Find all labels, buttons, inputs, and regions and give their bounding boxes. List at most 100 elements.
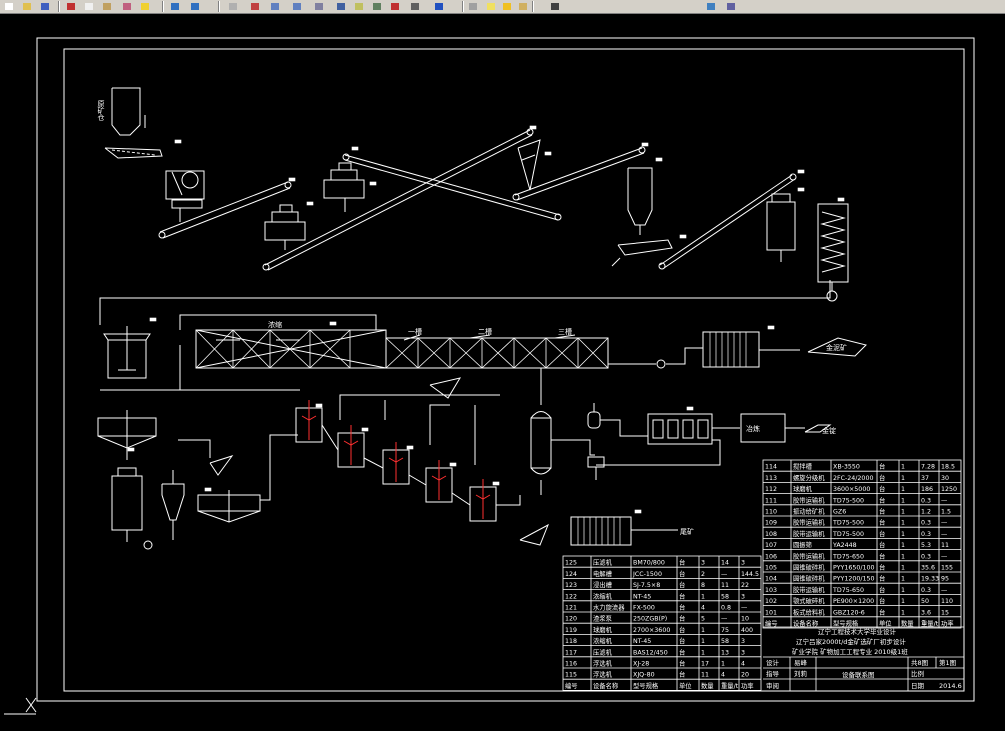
cyclone-121 <box>161 470 185 540</box>
table_left-cell: 58 <box>721 638 729 645</box>
table_right-cell: 108 <box>765 531 777 538</box>
color-button[interactable] <box>548 0 561 12</box>
table_right-cell: 1.2 <box>921 509 931 516</box>
conveyor-111 <box>658 173 797 270</box>
table_right-cell: PYY1200/150 <box>833 576 875 583</box>
table_right-cell: 112 <box>765 486 777 493</box>
thickener-122 <box>197 490 261 523</box>
table_left-header-cell: 型号规格 <box>633 681 659 690</box>
table_right-cell: 台 <box>879 462 885 471</box>
table_right-cell: 186 <box>921 486 933 493</box>
table_left-cell: 4 <box>701 605 705 612</box>
label-approve: 审阅 <box>766 681 779 690</box>
table_left-cell: 11 <box>721 582 729 589</box>
table_right-header-cell: 功率 <box>941 619 954 628</box>
table_left-cell: 台 <box>679 580 685 589</box>
properties-button[interactable] <box>312 0 325 12</box>
toolbar-separator <box>218 1 220 12</box>
properties-icon <box>315 3 323 10</box>
pencil-button[interactable] <box>138 0 151 12</box>
table_right-cell: 110 <box>765 509 777 516</box>
table_right-cell: 台 <box>879 574 885 583</box>
layer-previous-button[interactable] <box>724 0 737 12</box>
table_right-cell: 颚式破碎机 <box>793 596 825 605</box>
table_left-cell: 浸出槽 <box>593 580 613 589</box>
table_left-cell: 2700×3600 <box>633 627 670 634</box>
table_left-cell: 浓缩机 <box>593 636 613 645</box>
redo-button[interactable] <box>188 0 201 12</box>
layer-manager-icon <box>469 3 477 10</box>
save-button[interactable] <box>38 0 51 12</box>
flotation-feeder <box>209 455 234 476</box>
table_left-cell: 浮选机 <box>593 659 613 668</box>
heater <box>587 403 648 437</box>
table_right-cell: 1 <box>901 553 905 560</box>
lightbulb-button[interactable] <box>484 0 497 12</box>
layer-manager-button[interactable] <box>466 0 479 12</box>
zoom-previous-button[interactable] <box>290 0 303 12</box>
designcenter-button[interactable] <box>334 0 347 12</box>
pan-button[interactable] <box>226 0 239 12</box>
copy-button[interactable] <box>82 0 95 12</box>
table_right-cell: 0.3 <box>921 531 931 538</box>
markup-button[interactable] <box>388 0 401 12</box>
table_left-cell: 4 <box>721 672 725 679</box>
lightbulb-icon <box>487 3 495 10</box>
new-button[interactable] <box>2 0 15 12</box>
table_right-cell: 台 <box>879 596 885 605</box>
zoom-window-button[interactable] <box>268 0 281 12</box>
table_left-cell: 台 <box>679 647 685 656</box>
table_right-cell: 圆振筛 <box>793 540 812 549</box>
table_left-cell: 3 <box>741 649 745 656</box>
paste-button[interactable] <box>100 0 113 12</box>
table_left-cell: 123 <box>565 582 577 589</box>
table_right-cell: PE900×1200 <box>833 598 874 605</box>
toolpalette-button[interactable] <box>352 0 365 12</box>
pipe-2 <box>260 434 298 501</box>
table_right-cell: 振动给矿机 <box>793 507 825 516</box>
table_right-cell: 104 <box>765 576 777 583</box>
table_left-cell: 1 <box>701 638 705 645</box>
table_right-cell: PYY1650/100 <box>833 565 875 572</box>
table_left-cell: 10 <box>741 616 749 623</box>
sheetset-icon <box>373 3 381 10</box>
ball-mill-119 <box>111 467 153 550</box>
lock-button[interactable] <box>516 0 529 12</box>
drawing-canvas[interactable]: 原矿仓 浓缩 一槽 二槽 三槽 金泥矿 冶炼 金锭 尾矿 114 搅拌槽 XB-35… <box>0 13 1005 727</box>
table_right-cell: 胶带运输机 <box>793 529 825 538</box>
sheetset-button[interactable] <box>370 0 383 12</box>
cut-button[interactable] <box>64 0 77 12</box>
table_right-cell: 台 <box>879 551 885 560</box>
undo-button[interactable] <box>168 0 181 12</box>
table_left-cell: NT-45 <box>633 593 651 600</box>
table_right-cell: 台 <box>879 507 885 516</box>
zoom-realtime-button[interactable] <box>248 0 261 12</box>
table_left-cell: 球磨机 <box>593 625 613 634</box>
table_left-cell: 119 <box>565 627 577 634</box>
save-icon <box>41 3 49 10</box>
help-button[interactable] <box>432 0 445 12</box>
open-button[interactable] <box>20 0 33 12</box>
table_left-cell: 浓缩机 <box>593 591 613 600</box>
sun-button[interactable] <box>500 0 513 12</box>
table_left-cell: 3 <box>741 638 745 645</box>
table_right-cell: 113 <box>765 475 777 482</box>
agitation-tank-114 <box>103 326 151 379</box>
electrolytic-tank <box>530 368 552 495</box>
label-design: 设计 <box>766 658 780 667</box>
table_right-cell: 1 <box>901 464 905 471</box>
table_right-cell: 板式给料机 <box>793 607 825 616</box>
table_right-cell: 103 <box>765 587 777 594</box>
table_left-header-cell: 重量/t <box>721 682 739 690</box>
label-raw-ore-bin: 原矿仓 <box>97 100 105 121</box>
brush-button[interactable] <box>120 0 133 12</box>
table_right-cell: 台 <box>879 607 885 616</box>
table_left-cell: 1 <box>701 593 705 600</box>
table_left-cell: 水力旋流器 <box>593 603 625 612</box>
layer-state-button[interactable] <box>704 0 717 12</box>
table_left-cell: 3 <box>741 560 745 567</box>
table_right-cell: 台 <box>879 563 885 572</box>
calculator-button[interactable] <box>408 0 421 12</box>
label-gold-ingot: 金锭 <box>822 426 836 435</box>
label-thickening: 浓缩 <box>268 320 282 329</box>
